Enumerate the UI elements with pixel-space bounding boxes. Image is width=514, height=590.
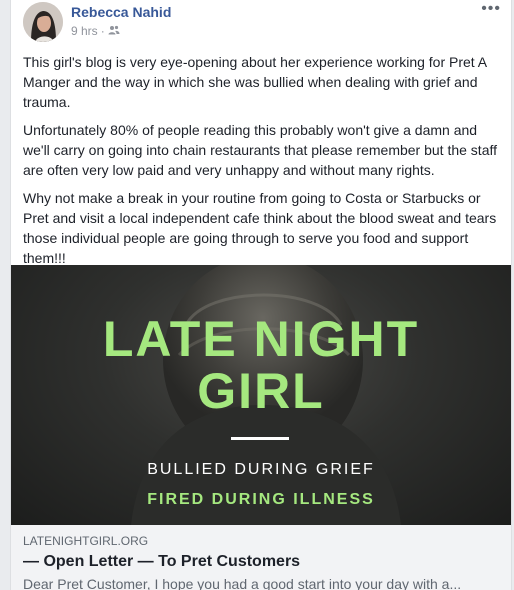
avatar[interactable]	[23, 2, 63, 42]
link-title[interactable]: — Open Letter — To Pret Customers	[23, 552, 499, 572]
post-header: Rebecca Nahid 9 hrs · •••	[11, 0, 511, 46]
link-preview-card[interactable]: LATE NIGHT GIRL BULLIED DURING GRIEF FIR…	[11, 265, 511, 590]
post-meta: 9 hrs ·	[71, 24, 120, 38]
post-message: This girl's blog is very eye-opening abo…	[11, 46, 511, 268]
post-paragraph: Unfortunately 80% of people reading this…	[23, 122, 498, 178]
link-preview-image[interactable]: LATE NIGHT GIRL BULLIED DURING GRIEF FIR…	[11, 265, 511, 525]
link-domain: LATENIGHTGIRL.ORG	[23, 534, 149, 548]
post-paragraph: Why not make a break in your routine fro…	[23, 190, 497, 266]
post-paragraph: This girl's blog is very eye-opening abo…	[23, 54, 487, 110]
link-preview-info[interactable]: LATENIGHTGIRL.ORG — Open Letter — To Pre…	[11, 525, 511, 590]
hero-subtitle-1: BULLIED DURING GRIEF	[147, 461, 375, 478]
hero-subtitle-2: FIRED DURING ILLNESS	[147, 491, 375, 508]
link-description: Dear Pret Customer, I hope you had a goo…	[23, 576, 462, 590]
avatar-image	[23, 2, 63, 42]
meta-separator: ·	[100, 24, 105, 38]
more-options-icon[interactable]: •••	[481, 1, 501, 17]
feed-post: Rebecca Nahid 9 hrs · ••• This girl's bl…	[10, 0, 512, 590]
author-name[interactable]: Rebecca Nahid	[71, 4, 171, 20]
post-timestamp[interactable]: 9 hrs	[71, 24, 98, 38]
friends-icon[interactable]	[108, 24, 120, 38]
hero-title-line1: LATE NIGHT	[102, 311, 420, 367]
hero-divider	[231, 437, 289, 440]
hero-title-line2: GIRL	[197, 363, 325, 419]
